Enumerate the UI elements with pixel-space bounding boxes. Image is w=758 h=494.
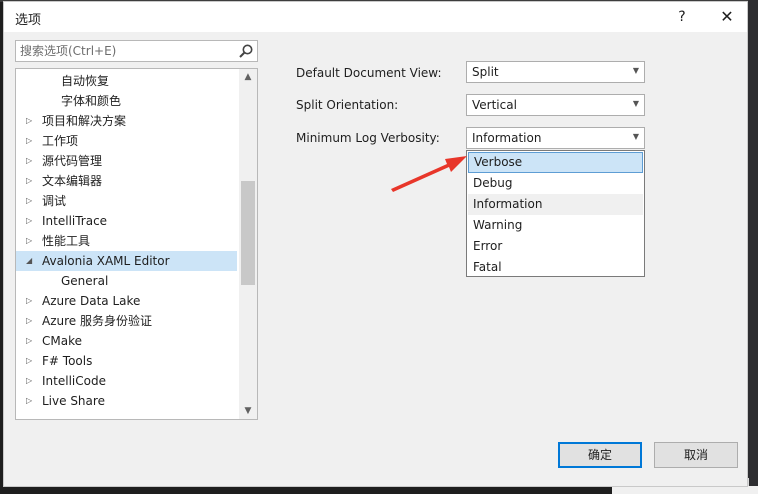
tree-item-label: 字体和颜色 — [61, 94, 122, 108]
expand-arrow-icon[interactable]: ▷ — [26, 391, 36, 411]
tree-item[interactable]: ▷ Live Share — [16, 391, 237, 411]
tree-item-label: General — [61, 274, 109, 288]
tree-item-label: 项目和解决方案 — [42, 114, 127, 128]
title-bar: 选项 ? ✕ — [4, 2, 747, 32]
tree-item[interactable]: 字体和颜色 — [16, 91, 237, 111]
tree-item[interactable]: ▷ 项目和解决方案 — [16, 111, 237, 131]
tree-item-label: Live Share — [42, 394, 105, 408]
tree-item[interactable]: 自动恢复 — [16, 71, 237, 91]
tree-item-label: 源代码管理 — [42, 154, 103, 168]
annotation-arrow — [391, 156, 467, 192]
tree-item-label: IntelliCode — [42, 374, 106, 388]
chevron-down-icon: ▼ — [632, 132, 639, 141]
expand-arrow-icon[interactable]: ▷ — [26, 231, 36, 251]
tree-item[interactable]: ▷ Azure 服务身份验证 — [16, 311, 237, 331]
dropdown-option[interactable]: Warning — [468, 215, 643, 236]
split-orientation-combo[interactable]: Vertical ▼ — [466, 94, 645, 116]
tree-item-label: F# Tools — [42, 354, 93, 368]
tree-item[interactable]: ▷ 工作项 — [16, 131, 237, 151]
chevron-down-icon: ▼ — [632, 99, 639, 108]
tree-item[interactable]: ▷ IntelliCode — [16, 371, 237, 391]
window-title: 选项 — [15, 13, 42, 28]
tree-item[interactable]: ▷ CMake — [16, 331, 237, 351]
search-box — [15, 40, 258, 62]
dropdown-option[interactable]: Debug — [468, 173, 643, 194]
search-input[interactable] — [20, 43, 230, 59]
tree-item[interactable]: General — [16, 271, 237, 291]
dropdown-option[interactable]: Fatal — [468, 257, 643, 278]
tree-item-label: Azure 服务身份验证 — [42, 314, 152, 328]
dropdown-option[interactable]: Error — [468, 236, 643, 257]
dropdown-option[interactable]: Verbose — [468, 152, 643, 173]
options-tree[interactable]: 自动恢复字体和颜色 ▷ 项目和解决方案 ▷ 工作项 ▷ 源代码管理 ▷ 文本编辑器 ▷ 调试 ▷ Int… — [15, 68, 258, 420]
expand-arrow-icon[interactable]: ▷ — [26, 371, 36, 391]
chevron-down-icon: ▼ — [632, 66, 639, 75]
search-icon[interactable] — [238, 43, 254, 59]
tree-item-label: IntelliTrace — [42, 214, 108, 228]
tree-item[interactable]: ◢ Avalonia XAML Editor — [16, 251, 237, 271]
tree-item-label: 性能工具 — [42, 234, 91, 248]
expand-arrow-icon[interactable]: ▷ — [26, 331, 36, 351]
expand-arrow-icon[interactable]: ▷ — [26, 111, 36, 131]
expand-arrow-icon[interactable]: ▷ — [26, 131, 36, 151]
tree-item[interactable]: ▷ F# Tools — [16, 351, 237, 371]
help-button[interactable]: ? — [670, 6, 694, 28]
expand-arrow-icon[interactable]: ▷ — [26, 191, 36, 211]
default-view-combo[interactable]: Split ▼ — [466, 61, 645, 83]
tree-item[interactable]: ▷ 性能工具 — [16, 231, 237, 251]
tree-item-label: Avalonia XAML Editor — [42, 254, 170, 268]
tree-item-label: 自动恢复 — [61, 74, 110, 88]
background-right — [748, 0, 758, 494]
dropdown-option[interactable]: Information — [468, 194, 643, 215]
expand-arrow-icon[interactable]: ▷ — [26, 211, 36, 231]
tree-item-label: CMake — [42, 334, 82, 348]
tree-item-label: 调试 — [42, 194, 67, 208]
scroll-down-icon[interactable]: ▼ — [239, 403, 257, 419]
background-bottom-light — [612, 486, 758, 494]
tree-item[interactable]: ▷ IntelliTrace — [16, 211, 237, 231]
log-verbosity-combo[interactable]: Information ▼ — [466, 127, 645, 149]
close-button[interactable]: ✕ — [714, 6, 740, 28]
tree-item-label: 文本编辑器 — [42, 174, 103, 188]
tree-item[interactable]: ▷ 源代码管理 — [16, 151, 237, 171]
tree-item[interactable]: ▷ Azure Data Lake — [16, 291, 237, 311]
split-orientation-label: Split Orientation: — [296, 98, 399, 112]
log-verbosity-label: Minimum Log Verbosity: — [296, 131, 440, 145]
default-view-value: Split — [472, 65, 499, 79]
expand-arrow-icon[interactable]: ▷ — [26, 351, 36, 371]
options-dialog: 选项 ? ✕ 自动恢复字体和颜色 ▷ 项目和解决方案 ▷ 工作项 ▷ 源代码管理 ▷ 文本编辑器… — [3, 1, 748, 487]
scroll-thumb[interactable] — [241, 181, 255, 285]
cancel-button[interactable]: 取消 — [654, 442, 738, 468]
log-verbosity-value: Information — [472, 131, 542, 145]
collapse-arrow-icon[interactable]: ◢ — [26, 251, 36, 271]
tree-item[interactable]: ▷ 调试 — [16, 191, 237, 211]
expand-arrow-icon[interactable]: ▷ — [26, 291, 36, 311]
expand-arrow-icon[interactable]: ▷ — [26, 311, 36, 331]
expand-arrow-icon[interactable]: ▷ — [26, 151, 36, 171]
log-verbosity-dropdown: Verbose Debug Information Warning Error Fatal — [466, 150, 645, 277]
scroll-up-icon[interactable]: ▲ — [239, 69, 257, 85]
split-orientation-value: Vertical — [472, 98, 517, 112]
tree-item[interactable]: ▷ 文本编辑器 — [16, 171, 237, 191]
tree-item-label: Azure Data Lake — [42, 294, 141, 308]
default-view-label: Default Document View: — [296, 66, 442, 80]
expand-arrow-icon[interactable]: ▷ — [26, 171, 36, 191]
tree-scrollbar[interactable]: ▲ ▼ — [239, 69, 257, 419]
ok-button[interactable]: 确定 — [558, 442, 642, 468]
tree-item-label: 工作项 — [42, 134, 79, 148]
